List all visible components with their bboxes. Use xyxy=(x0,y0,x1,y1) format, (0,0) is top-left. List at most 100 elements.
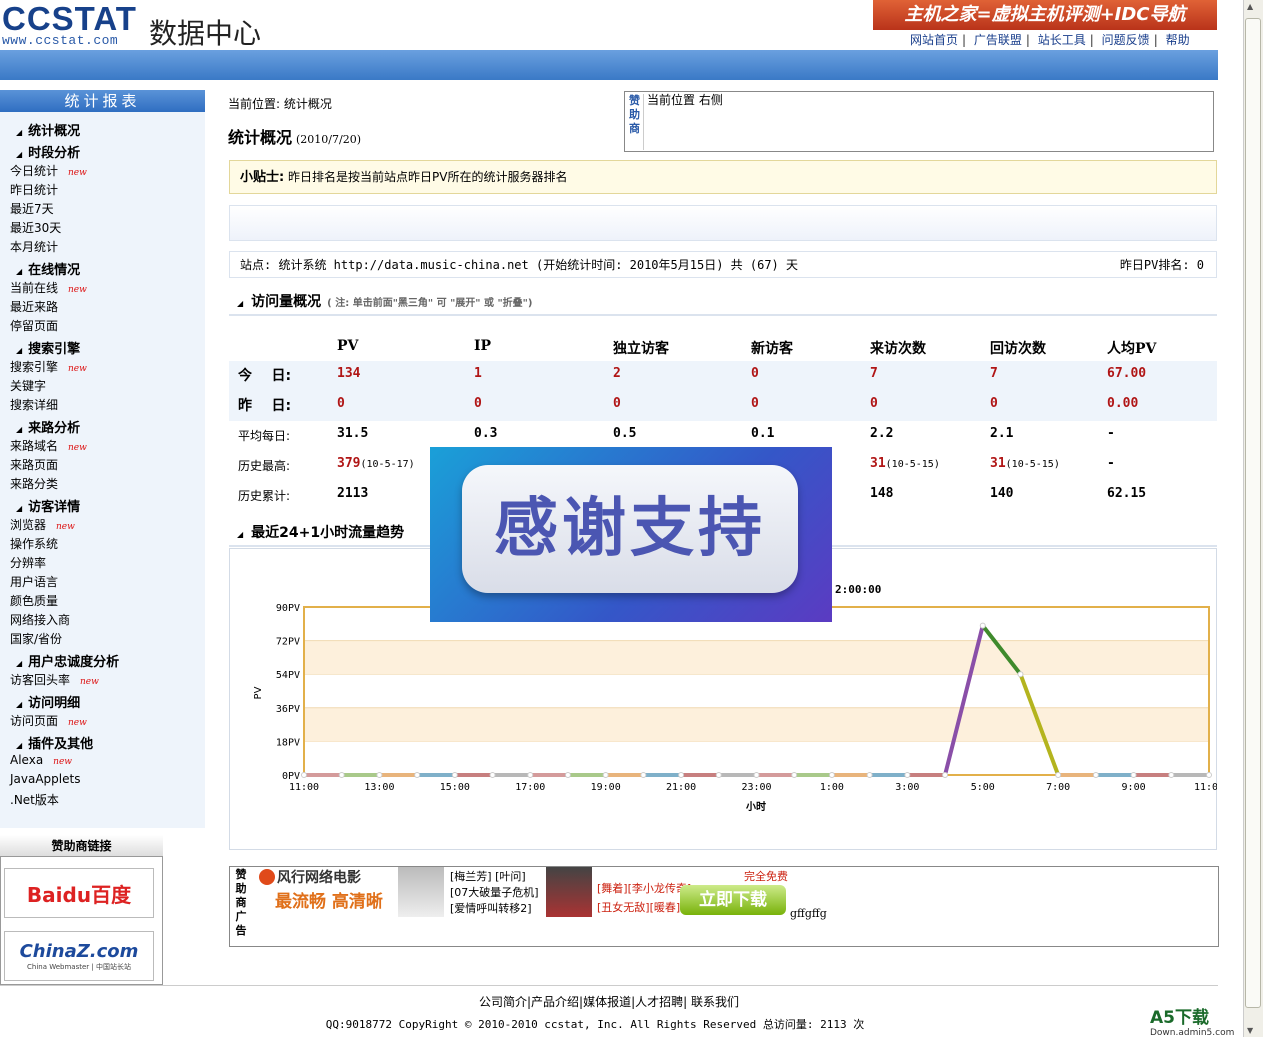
link-help[interactable]: 帮助 xyxy=(1166,33,1190,47)
collapse-triangle-icon[interactable]: ◢ xyxy=(16,659,22,668)
new-badge: new xyxy=(56,522,75,532)
sidebar-group-header[interactable]: ◢ 在线情况 xyxy=(16,259,80,278)
thanks-overlay-text: 感谢支持 xyxy=(462,465,798,593)
data-point xyxy=(527,772,534,778)
sidebar-item[interactable]: 搜索详细 xyxy=(10,396,58,413)
table-cell: 0 xyxy=(474,396,482,411)
data-point xyxy=(1206,772,1212,778)
sidebar-item[interactable]: 来路分类 xyxy=(10,475,58,492)
y-tick-label: 90PV xyxy=(276,603,300,614)
data-point xyxy=(1055,772,1062,778)
link-home[interactable]: 网站首页 xyxy=(910,33,958,47)
cell-value: 31 xyxy=(870,456,886,471)
collapse-triangle-icon[interactable]: ◢ xyxy=(237,299,243,308)
cell-value: - xyxy=(1107,456,1115,471)
sidebar-title: 统计报表 xyxy=(0,90,205,112)
sidebar-group-header[interactable]: ◢ 时段分析 xyxy=(16,142,80,161)
table-cell: 134 xyxy=(337,366,360,381)
movie-list-item[interactable]: [07大破量子危机] xyxy=(450,885,539,901)
top-banner-ad[interactable]: 主机之家=虚拟主机评测+IDC导航 xyxy=(873,0,1217,30)
sidebar-item[interactable]: 浏览器 new xyxy=(10,516,75,533)
collapse-triangle-icon[interactable]: ◢ xyxy=(16,346,22,355)
data-point xyxy=(753,772,760,778)
sidebar-group-label: 在线情况 xyxy=(28,263,81,278)
sidebar-item[interactable]: 今日统计 new xyxy=(10,162,87,179)
footer-link[interactable]: 产品介绍 xyxy=(531,995,579,1009)
collapse-triangle-icon[interactable]: ◢ xyxy=(16,267,22,276)
trend-header[interactable]: ◢ 最近24+1小时流量趋势 xyxy=(237,522,404,542)
movie-poster-image[interactable] xyxy=(546,867,592,917)
link-tools[interactable]: 站长工具 xyxy=(1038,33,1086,47)
sidebar-item[interactable]: 最近7天 xyxy=(10,200,54,217)
scrollbar-thumb[interactable] xyxy=(1245,18,1261,1008)
sidebar-item[interactable]: .Net版本 xyxy=(10,791,59,808)
sidebar-item[interactable]: 来路页面 xyxy=(10,456,58,473)
data-point xyxy=(376,772,383,778)
sidebar-group-header[interactable]: ◢ 统计概况 xyxy=(16,120,80,139)
sidebar-group-header[interactable]: ◢ 用户忠诚度分析 xyxy=(16,651,119,670)
sidebar-item[interactable]: 操作系统 xyxy=(10,535,58,552)
collapse-triangle-icon[interactable]: ◢ xyxy=(16,741,22,750)
sidebar-item[interactable]: 最近30天 xyxy=(10,219,61,236)
sidebar-group-header[interactable]: ◢ 来路分析 xyxy=(16,417,80,436)
sidebar-item[interactable]: 关键字 xyxy=(10,377,46,394)
sidebar-item-label: 最近来路 xyxy=(10,300,59,314)
sidebar-item[interactable]: 来路域名 new xyxy=(10,437,87,454)
cell-value: 2.1 xyxy=(990,426,1014,441)
ccstat-logo[interactable]: CCSTAT www.ccstat.com xyxy=(2,2,147,48)
link-feedback[interactable]: 问题反馈 xyxy=(1102,33,1150,47)
table-cell: - xyxy=(1107,456,1115,471)
download-button[interactable]: 立即下载 xyxy=(680,885,786,915)
data-point xyxy=(715,772,722,778)
footer-link[interactable]: 公司简介 xyxy=(479,995,527,1009)
table-cell: 0 xyxy=(751,396,759,411)
baidu-logo[interactable]: Baidu百度 xyxy=(4,868,154,918)
sidebar-item[interactable]: 国家/省份 xyxy=(10,630,62,647)
sidebar-item[interactable]: 搜索引擎 new xyxy=(10,358,87,375)
collapse-triangle-icon[interactable]: ◢ xyxy=(16,700,22,709)
sidebar-item[interactable]: Alexa new xyxy=(10,753,72,767)
footer-link[interactable]: 媒体报道 xyxy=(583,995,631,1009)
sidebar-item[interactable]: 用户语言 xyxy=(10,573,58,590)
sidebar-group-header[interactable]: ◢ 搜索引擎 xyxy=(16,338,80,357)
sidebar-item[interactable]: 访问页面 new xyxy=(10,712,87,729)
scroll-up-icon[interactable]: ▲ xyxy=(1247,2,1253,11)
sidebar-item[interactable]: 当前在线 new xyxy=(10,279,87,296)
sidebar-item-label: 来路页面 xyxy=(10,458,59,472)
cell-value: 0 xyxy=(751,366,759,381)
movie-poster-image[interactable] xyxy=(398,867,444,917)
collapse-triangle-icon[interactable]: ◢ xyxy=(16,425,22,434)
new-badge: new xyxy=(68,443,87,453)
movie-list-item[interactable]: [梅兰芳] [叶问] xyxy=(450,869,539,885)
y-axis-label: PV xyxy=(253,686,264,699)
collapse-triangle-icon[interactable]: ◢ xyxy=(237,530,243,539)
sidebar-group-header[interactable]: ◢ 插件及其他 xyxy=(16,733,93,752)
collapse-triangle-icon[interactable]: ◢ xyxy=(16,128,22,137)
sidebar-item[interactable]: 本月统计 xyxy=(10,238,58,255)
footer-link[interactable]: 联系我们 xyxy=(691,995,739,1009)
movie-list-item[interactable]: [爱情呼叫转移2] xyxy=(450,901,539,917)
scroll-down-icon[interactable]: ▼ xyxy=(1247,1026,1253,1035)
sidebar-group-header[interactable]: ◢ 访问明细 xyxy=(16,692,80,711)
movie-list-item[interactable]: [丑女无敌][暖春] xyxy=(597,898,691,917)
sidebar-item[interactable]: 最近来路 xyxy=(10,298,58,315)
collapse-triangle-icon[interactable]: ◢ xyxy=(16,150,22,159)
sidebar-item[interactable]: 停留页面 xyxy=(10,317,58,334)
sidebar-item[interactable]: JavaApplets xyxy=(10,772,80,786)
sidebar-item[interactable]: 网络接入商 xyxy=(10,611,70,628)
cell-value: 0 xyxy=(751,396,759,411)
x-tick-label: 9:00 xyxy=(1122,782,1146,793)
sidebar-group-header[interactable]: ◢ 访客详情 xyxy=(16,496,80,515)
sidebar-item[interactable]: 分辨率 xyxy=(10,554,46,571)
overview-header[interactable]: ◢ 访问量概况 ( 注: 单击前面"黑三角" 可 "展开" 或 "折叠") xyxy=(237,291,532,311)
collapse-triangle-icon[interactable]: ◢ xyxy=(16,504,22,513)
link-ad-union[interactable]: 广告联盟 xyxy=(974,33,1022,47)
bottom-ad-extra: gffgffg xyxy=(790,907,827,920)
sidebar-item[interactable]: 颜色质量 xyxy=(10,592,58,609)
sidebar-item[interactable]: 访客回头率 new xyxy=(10,671,99,688)
sidebar-item[interactable]: 昨日统计 xyxy=(10,181,58,198)
data-point xyxy=(678,772,685,778)
chinaz-logo[interactable]: ChinaZ.com China Webmaster | 中国站长站 xyxy=(4,931,154,981)
movie-list-item[interactable]: [舞着][李小龙传奇] xyxy=(597,879,691,898)
footer-link[interactable]: 人才招聘 xyxy=(635,995,683,1009)
